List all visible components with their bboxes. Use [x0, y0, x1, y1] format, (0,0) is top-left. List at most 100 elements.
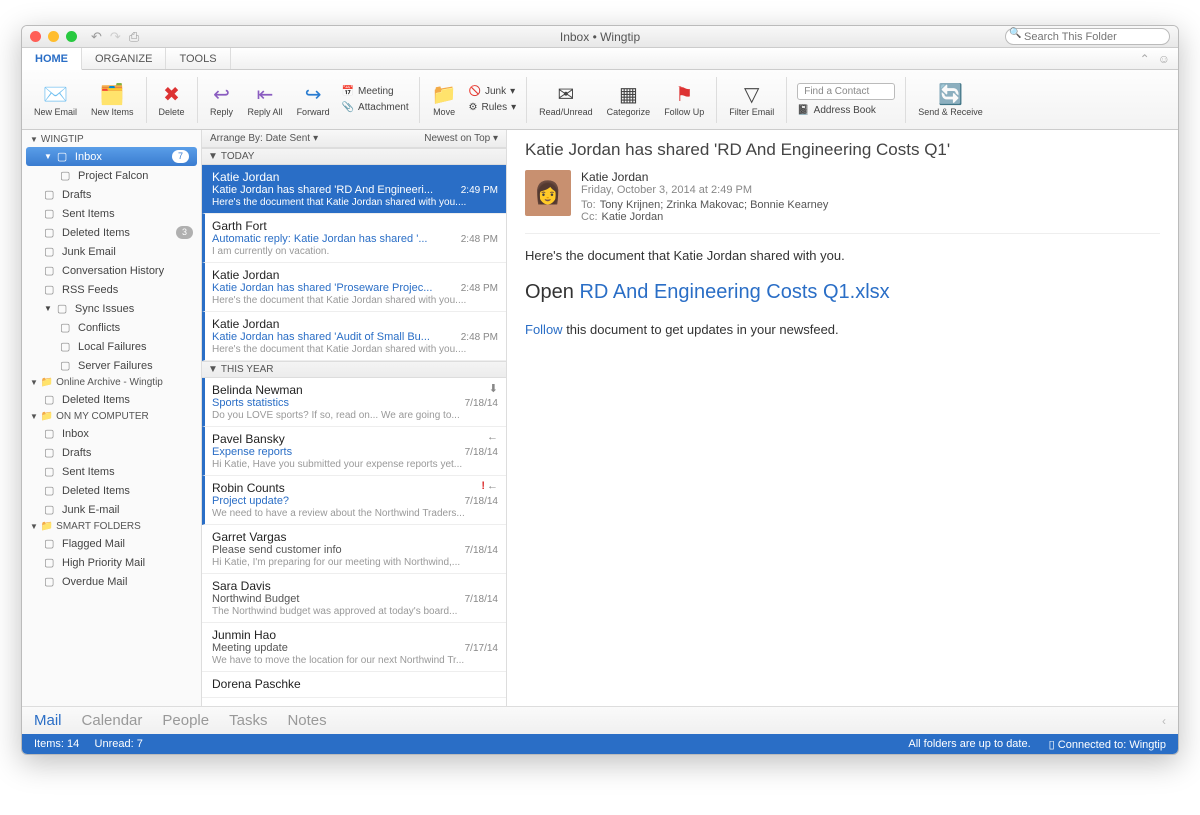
- sidebar-account-header[interactable]: ▼ 📁 SMART FOLDERS: [22, 519, 201, 534]
- folder-icon: ▢: [44, 188, 57, 201]
- follow-link[interactable]: Follow: [525, 322, 563, 337]
- print-icon[interactable]: ⎙: [129, 29, 139, 45]
- folder-icon: ▢: [44, 465, 57, 478]
- delete-icon: ✖: [163, 82, 180, 108]
- sidebar-account-header[interactable]: ▼ WINGTIP: [22, 132, 201, 147]
- nav-mail[interactable]: Mail: [34, 712, 62, 729]
- zoom-window-button[interactable]: [66, 31, 77, 42]
- minimize-window-button[interactable]: [48, 31, 59, 42]
- reply-all-button[interactable]: ⇤Reply All: [242, 73, 289, 127]
- sidebar-item[interactable]: ▢Drafts: [22, 443, 201, 462]
- nav-calendar[interactable]: Calendar: [82, 712, 143, 729]
- emoji-icon[interactable]: ☺: [1158, 52, 1170, 66]
- message-item[interactable]: ⬇Belinda NewmanSports statistics7/18/14D…: [202, 378, 506, 427]
- send-receive-button[interactable]: 🔄Send & Receive: [912, 73, 989, 127]
- folder-icon: ▢: [44, 427, 57, 440]
- sidebar-item[interactable]: ▼ ▢Sync Issues: [22, 299, 201, 318]
- sender-avatar: 👩: [525, 170, 571, 216]
- folder-icon: ▢: [60, 340, 73, 353]
- sidebar-account-header[interactable]: ▼ 📁 Online Archive - Wingtip: [22, 375, 201, 390]
- folder-icon: ▢: [44, 446, 57, 459]
- close-window-button[interactable]: [30, 31, 41, 42]
- sidebar-item[interactable]: ▢Deleted Items: [22, 390, 201, 409]
- move-button[interactable]: 📁Move: [426, 73, 463, 127]
- message-item[interactable]: Garth FortAutomatic reply: Katie Jordan …: [202, 214, 506, 263]
- redo-icon[interactable]: ↷: [110, 29, 121, 45]
- sidebar-item[interactable]: ▢Conflicts: [22, 318, 201, 337]
- sidebar-item[interactable]: ▢Project Falcon: [22, 166, 201, 185]
- categorize-button[interactable]: ▦Categorize: [601, 73, 657, 127]
- forward-button[interactable]: ↪Forward: [291, 73, 336, 127]
- message-item[interactable]: Katie JordanKatie Jordan has shared 'Aud…: [202, 312, 506, 361]
- message-group-header[interactable]: ▼ THIS YEAR: [202, 361, 506, 378]
- nav-people[interactable]: People: [162, 712, 209, 729]
- reading-pane: Katie Jordan has shared 'RD And Engineer…: [507, 130, 1178, 706]
- reply-button[interactable]: ↩Reply: [204, 73, 240, 127]
- message-group-header[interactable]: ▼ TODAY: [202, 148, 506, 165]
- sidebar-item[interactable]: ▢RSS Feeds: [22, 280, 201, 299]
- delete-button[interactable]: ✖Delete: [153, 73, 191, 127]
- sidebar-item[interactable]: ▢Junk E-mail: [22, 500, 201, 519]
- read-unread-button[interactable]: ✉Read/Unread: [533, 73, 599, 127]
- sidebar-item[interactable]: ▢Sent Items: [22, 204, 201, 223]
- message-item[interactable]: Katie JordanKatie Jordan has shared 'Pro…: [202, 263, 506, 312]
- folder-icon: ▢: [44, 556, 57, 569]
- address-book-button[interactable]: 📓Address Book: [793, 103, 899, 118]
- follow-up-button[interactable]: ⚑Follow Up: [658, 73, 710, 127]
- folder-icon: ▢: [44, 503, 57, 516]
- tab-home[interactable]: HOME: [22, 48, 82, 70]
- message-body: Here's the document that Katie Jordan sh…: [525, 248, 1160, 337]
- sent-date: Friday, October 3, 2014 at 2:49 PM: [581, 184, 828, 196]
- tab-organize[interactable]: ORGANIZE: [82, 48, 166, 69]
- nav-notes[interactable]: Notes: [287, 712, 326, 729]
- message-item[interactable]: Junmin HaoMeeting update7/17/14We have t…: [202, 623, 506, 672]
- sidebar-item[interactable]: ▢Deleted Items3: [22, 223, 201, 242]
- filter-email-button[interactable]: ▽Filter Email: [723, 73, 780, 127]
- open-document-link[interactable]: RD And Engineering Costs Q1.xlsx: [579, 281, 889, 303]
- nav-expand-icon[interactable]: ‹: [1162, 714, 1166, 728]
- sidebar-item[interactable]: ▢Sent Items: [22, 462, 201, 481]
- sort-label: Newest on Top: [424, 133, 490, 144]
- junk-button[interactable]: 🚫Junk ▾: [465, 84, 521, 99]
- message-item[interactable]: Garret VargasPlease send customer info7/…: [202, 525, 506, 574]
- arrange-bar[interactable]: Arrange By: Date Sent▾ Newest on Top ▾: [202, 130, 506, 148]
- sidebar-item[interactable]: ▢Junk Email: [22, 242, 201, 261]
- sidebar-item[interactable]: ▢Drafts: [22, 185, 201, 204]
- search-input[interactable]: [1005, 28, 1170, 45]
- rules-button[interactable]: ⚙Rules ▾: [465, 100, 521, 115]
- sidebar-account-header[interactable]: ▼ 📁 ON MY COMPUTER: [22, 409, 201, 424]
- junk-icon: 🚫: [469, 86, 481, 97]
- folder-icon: ▢: [44, 226, 57, 239]
- undo-icon[interactable]: ↶: [91, 29, 102, 45]
- tab-tools[interactable]: TOOLS: [166, 48, 230, 69]
- sidebar-item[interactable]: ▢Local Failures: [22, 337, 201, 356]
- collapse-ribbon-icon[interactable]: ⌃: [1140, 52, 1150, 66]
- arrange-by-label: Arrange By: Date Sent: [210, 133, 310, 144]
- item-count: Items: 14 Unread: 7: [34, 738, 143, 750]
- message-item[interactable]: Katie JordanKatie Jordan has shared 'RD …: [202, 165, 506, 214]
- find-contact-input[interactable]: Find a Contact: [793, 81, 899, 102]
- nav-tasks[interactable]: Tasks: [229, 712, 267, 729]
- meeting-button[interactable]: 📅Meeting: [338, 84, 413, 99]
- attachment-button[interactable]: 📎Attachment: [338, 100, 413, 115]
- sidebar-item[interactable]: ▢High Priority Mail: [22, 553, 201, 572]
- sidebar-item[interactable]: ▢Overdue Mail: [22, 572, 201, 591]
- new-email-icon: ✉️: [43, 82, 68, 108]
- filter-icon: ▽: [744, 82, 759, 108]
- message-item[interactable]: Sara DavisNorthwind Budget7/18/14The Nor…: [202, 574, 506, 623]
- move-icon: 📁: [432, 82, 457, 108]
- sidebar-item[interactable]: ▢Deleted Items: [22, 481, 201, 500]
- sidebar-item[interactable]: ▢Inbox: [22, 424, 201, 443]
- new-email-button[interactable]: ✉️New Email: [28, 73, 83, 127]
- message-item[interactable]: Dorena Paschke: [202, 672, 506, 698]
- sidebar-item[interactable]: ▼ ▢Inbox7: [26, 147, 197, 166]
- message-item[interactable]: ←Pavel BanskyExpense reports7/18/14Hi Ka…: [202, 427, 506, 476]
- sidebar-item[interactable]: ▢Conversation History: [22, 261, 201, 280]
- message-item[interactable]: !←Robin CountsProject update?7/18/14We n…: [202, 476, 506, 525]
- read-unread-icon: ✉: [558, 82, 575, 108]
- reply-all-icon: ⇤: [257, 82, 274, 108]
- sidebar-item[interactable]: ▢Server Failures: [22, 356, 201, 375]
- new-items-button[interactable]: 🗂️New Items: [85, 73, 140, 127]
- send-receive-icon: 🔄: [938, 82, 963, 108]
- sidebar-item[interactable]: ▢Flagged Mail: [22, 534, 201, 553]
